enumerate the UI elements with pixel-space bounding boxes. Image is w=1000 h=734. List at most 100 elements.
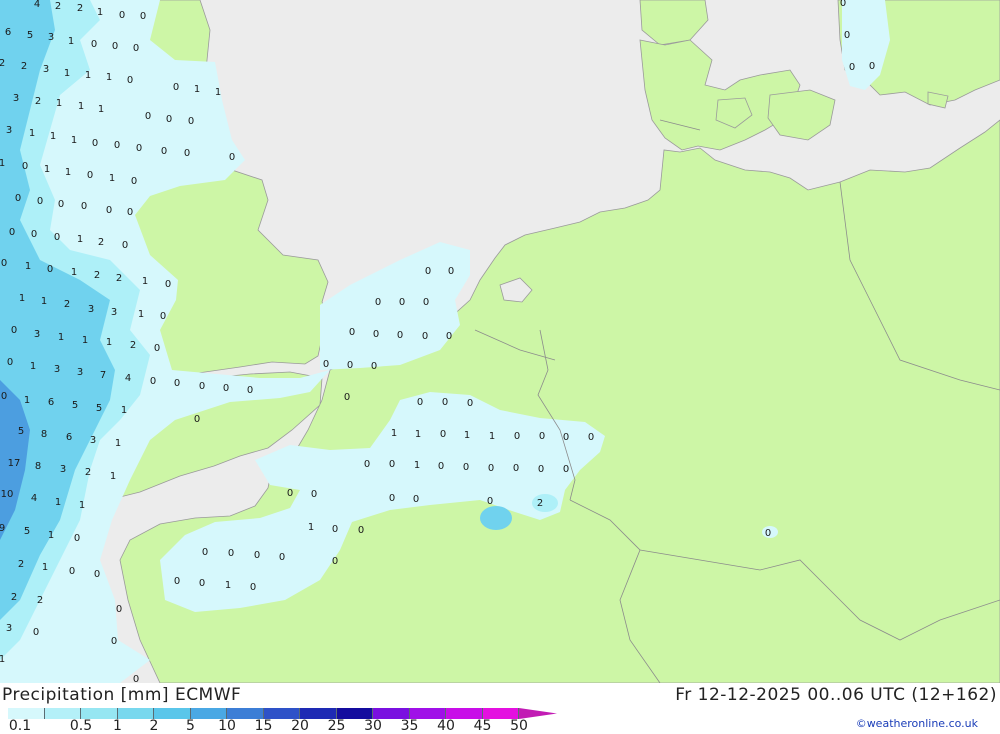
precip-value: 2	[35, 96, 41, 107]
precip-value: 1	[414, 460, 420, 471]
precip-value: 0	[849, 62, 855, 73]
precip-value: 1	[106, 337, 112, 348]
precip-value: 3	[48, 32, 54, 43]
precip-value: 0	[199, 381, 205, 392]
precip-value: 0	[161, 146, 167, 157]
precip-value: 1	[41, 296, 47, 307]
precip-value: 1	[85, 70, 91, 81]
precip-value: 1	[464, 430, 470, 441]
precip-value: 1	[78, 101, 84, 112]
precip-value: 0	[15, 193, 21, 204]
precip-value: 0	[150, 376, 156, 387]
credit-link[interactable]: ©weatheronline.co.uk	[856, 717, 978, 730]
precip-value: 3	[13, 93, 19, 104]
precip-value: 3	[111, 307, 117, 318]
precip-value: 1	[82, 335, 88, 346]
precip-value: 0	[58, 199, 64, 210]
precip-value: 0	[446, 331, 452, 342]
precip-value: 1	[138, 309, 144, 320]
precip-value: 6	[48, 397, 54, 408]
precip-value: 1	[29, 128, 35, 139]
precip-value: 0	[399, 297, 405, 308]
precip-value: 0	[160, 311, 166, 322]
precip-value: 10	[1, 489, 14, 500]
precip-value: 0	[397, 330, 403, 341]
precip-value: 3	[34, 329, 40, 340]
precip-value: 0	[389, 493, 395, 504]
precip-value: 0	[332, 556, 338, 567]
precip-value: 9	[0, 523, 5, 534]
precip-value: 0	[440, 429, 446, 440]
precip-value: 0	[127, 207, 133, 218]
precip-value: 0	[229, 152, 235, 163]
precip-value: 1	[142, 276, 148, 287]
precip-value: 0	[247, 385, 253, 396]
legend-label: 40	[437, 718, 455, 734]
precip-value: 0	[364, 459, 370, 470]
precip-value: 0	[563, 464, 569, 475]
precip-value: 3	[6, 125, 12, 136]
precip-value: 1	[308, 522, 314, 533]
legend-label: 30	[364, 718, 382, 734]
precip-value: 1	[0, 158, 5, 169]
precip-value: 4	[125, 373, 131, 384]
precip-value: 0	[287, 488, 293, 499]
precip-value: 0	[154, 343, 160, 354]
precip-value: 7	[100, 370, 106, 381]
precip-value: 0	[174, 378, 180, 389]
footer: Precipitation [mm] ECMWF Fr 12-12-2025 0…	[0, 683, 1000, 734]
precip-value: 0	[122, 240, 128, 251]
precip-value: 0	[165, 279, 171, 290]
precip-value: 2	[11, 592, 17, 603]
legend-label: 50	[510, 718, 528, 734]
precip-value: 2	[85, 467, 91, 478]
precip-value: 2	[18, 559, 24, 570]
precip-value: 0	[133, 674, 139, 683]
precip-value: 0	[488, 463, 494, 474]
legend-label: 0.5	[69, 718, 93, 734]
precip-value: 4	[31, 493, 37, 504]
precip-value: 1	[106, 72, 112, 83]
precip-value: 1	[110, 471, 116, 482]
legend-label: 1	[113, 718, 122, 734]
precip-value: 0	[202, 547, 208, 558]
precip-value: 6	[66, 432, 72, 443]
precip-value: 1	[194, 84, 200, 95]
precip-value: 0	[133, 43, 139, 54]
precip-value: 0	[173, 82, 179, 93]
precip-value: 5	[72, 400, 78, 411]
precip-value: 2	[77, 3, 83, 14]
precip-value: 0	[47, 264, 53, 275]
precip-value: 0	[69, 566, 75, 577]
precip-value: 2	[98, 237, 104, 248]
precip-value: 0	[145, 111, 151, 122]
precip-value: 5	[96, 403, 102, 414]
precip-value: 0	[514, 431, 520, 442]
precip-value: 0	[127, 75, 133, 86]
precip-value: 0	[463, 462, 469, 473]
legend-swatch	[117, 708, 154, 719]
precip-value: 3	[60, 464, 66, 475]
precip-value: 1	[56, 98, 62, 109]
precip-value: 0	[1, 391, 7, 402]
precip-value: 1	[64, 68, 70, 79]
precip-value: 0	[114, 140, 120, 151]
precip-value: 3	[77, 367, 83, 378]
precip-value: 0	[448, 266, 454, 277]
precip-value: 0	[81, 201, 87, 212]
precip-value: 0	[413, 494, 419, 505]
precip-value: 1	[30, 361, 36, 372]
precip-value: 1	[79, 500, 85, 511]
precip-value: 0	[199, 578, 205, 589]
precip-value: 0	[106, 205, 112, 216]
precip-value: 1	[44, 164, 50, 175]
precip-value: 0	[588, 432, 594, 443]
precip-cell-france	[480, 506, 512, 530]
precip-value: 0	[513, 463, 519, 474]
precip-value: 0	[375, 297, 381, 308]
precip-value: 0	[332, 524, 338, 535]
precip-value: 8	[35, 461, 41, 472]
precip-value: 3	[54, 364, 60, 375]
precip-value: 2	[94, 270, 100, 281]
precip-value: 0	[31, 229, 37, 240]
